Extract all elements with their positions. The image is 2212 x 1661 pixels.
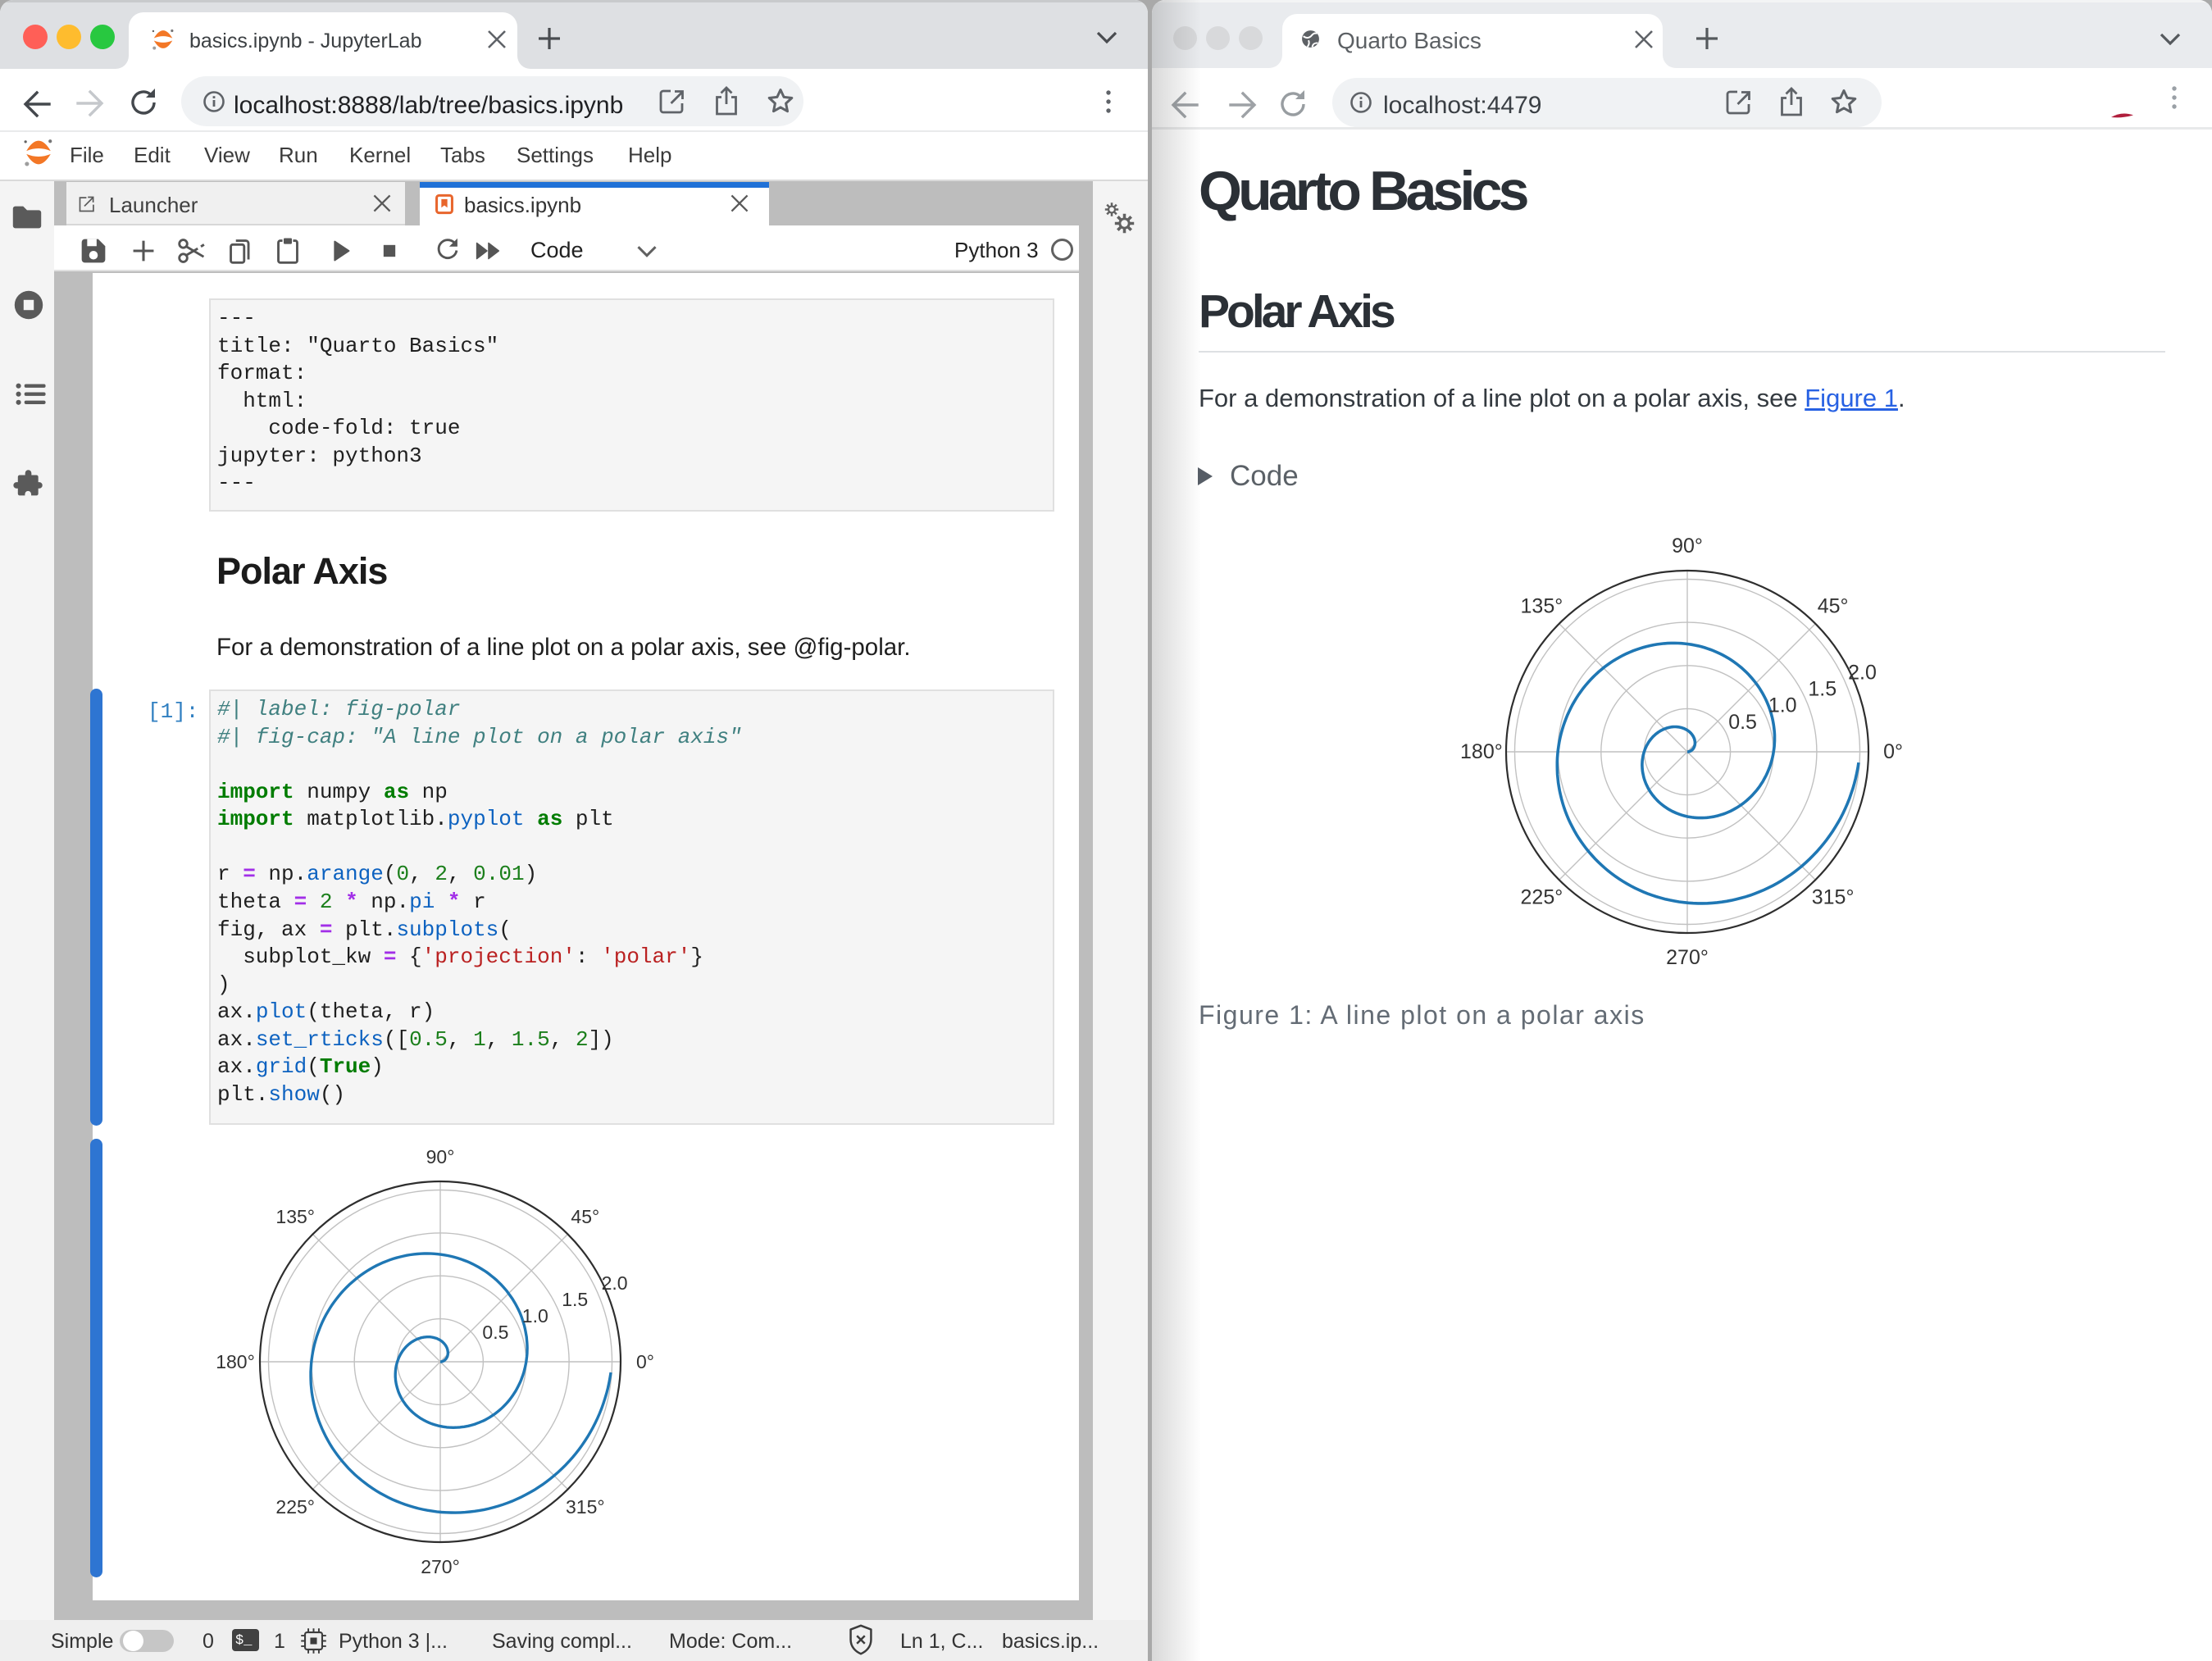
svg-text:90°: 90°	[426, 1146, 455, 1167]
svg-text:45°: 45°	[1818, 594, 1849, 617]
svg-text:0.5: 0.5	[1728, 711, 1757, 734]
svg-text:1.5: 1.5	[562, 1289, 588, 1310]
svg-text:1.0: 1.0	[1768, 694, 1797, 717]
svg-text:135°: 135°	[1521, 594, 1563, 617]
svg-text:135°: 135°	[275, 1206, 315, 1227]
svg-text:0°: 0°	[1883, 740, 1903, 763]
svg-text:90°: 90°	[1672, 535, 1703, 557]
svg-text:270°: 270°	[1666, 946, 1709, 969]
svg-text:225°: 225°	[1521, 886, 1563, 909]
svg-text:225°: 225°	[275, 1496, 315, 1518]
svg-text:270°: 270°	[421, 1556, 460, 1577]
svg-text:315°: 315°	[1812, 886, 1855, 909]
svg-text:0.5: 0.5	[482, 1322, 508, 1343]
svg-text:1.0: 1.0	[522, 1305, 548, 1327]
svg-text:1.5: 1.5	[1808, 678, 1837, 701]
svg-text:2.0: 2.0	[602, 1272, 628, 1294]
svg-text:2.0: 2.0	[1848, 662, 1877, 685]
svg-text:180°: 180°	[216, 1351, 255, 1372]
svg-text:180°: 180°	[1460, 740, 1503, 763]
svg-text:0°: 0°	[636, 1351, 654, 1372]
svg-text:315°: 315°	[566, 1496, 605, 1518]
svg-text:45°: 45°	[571, 1206, 599, 1227]
